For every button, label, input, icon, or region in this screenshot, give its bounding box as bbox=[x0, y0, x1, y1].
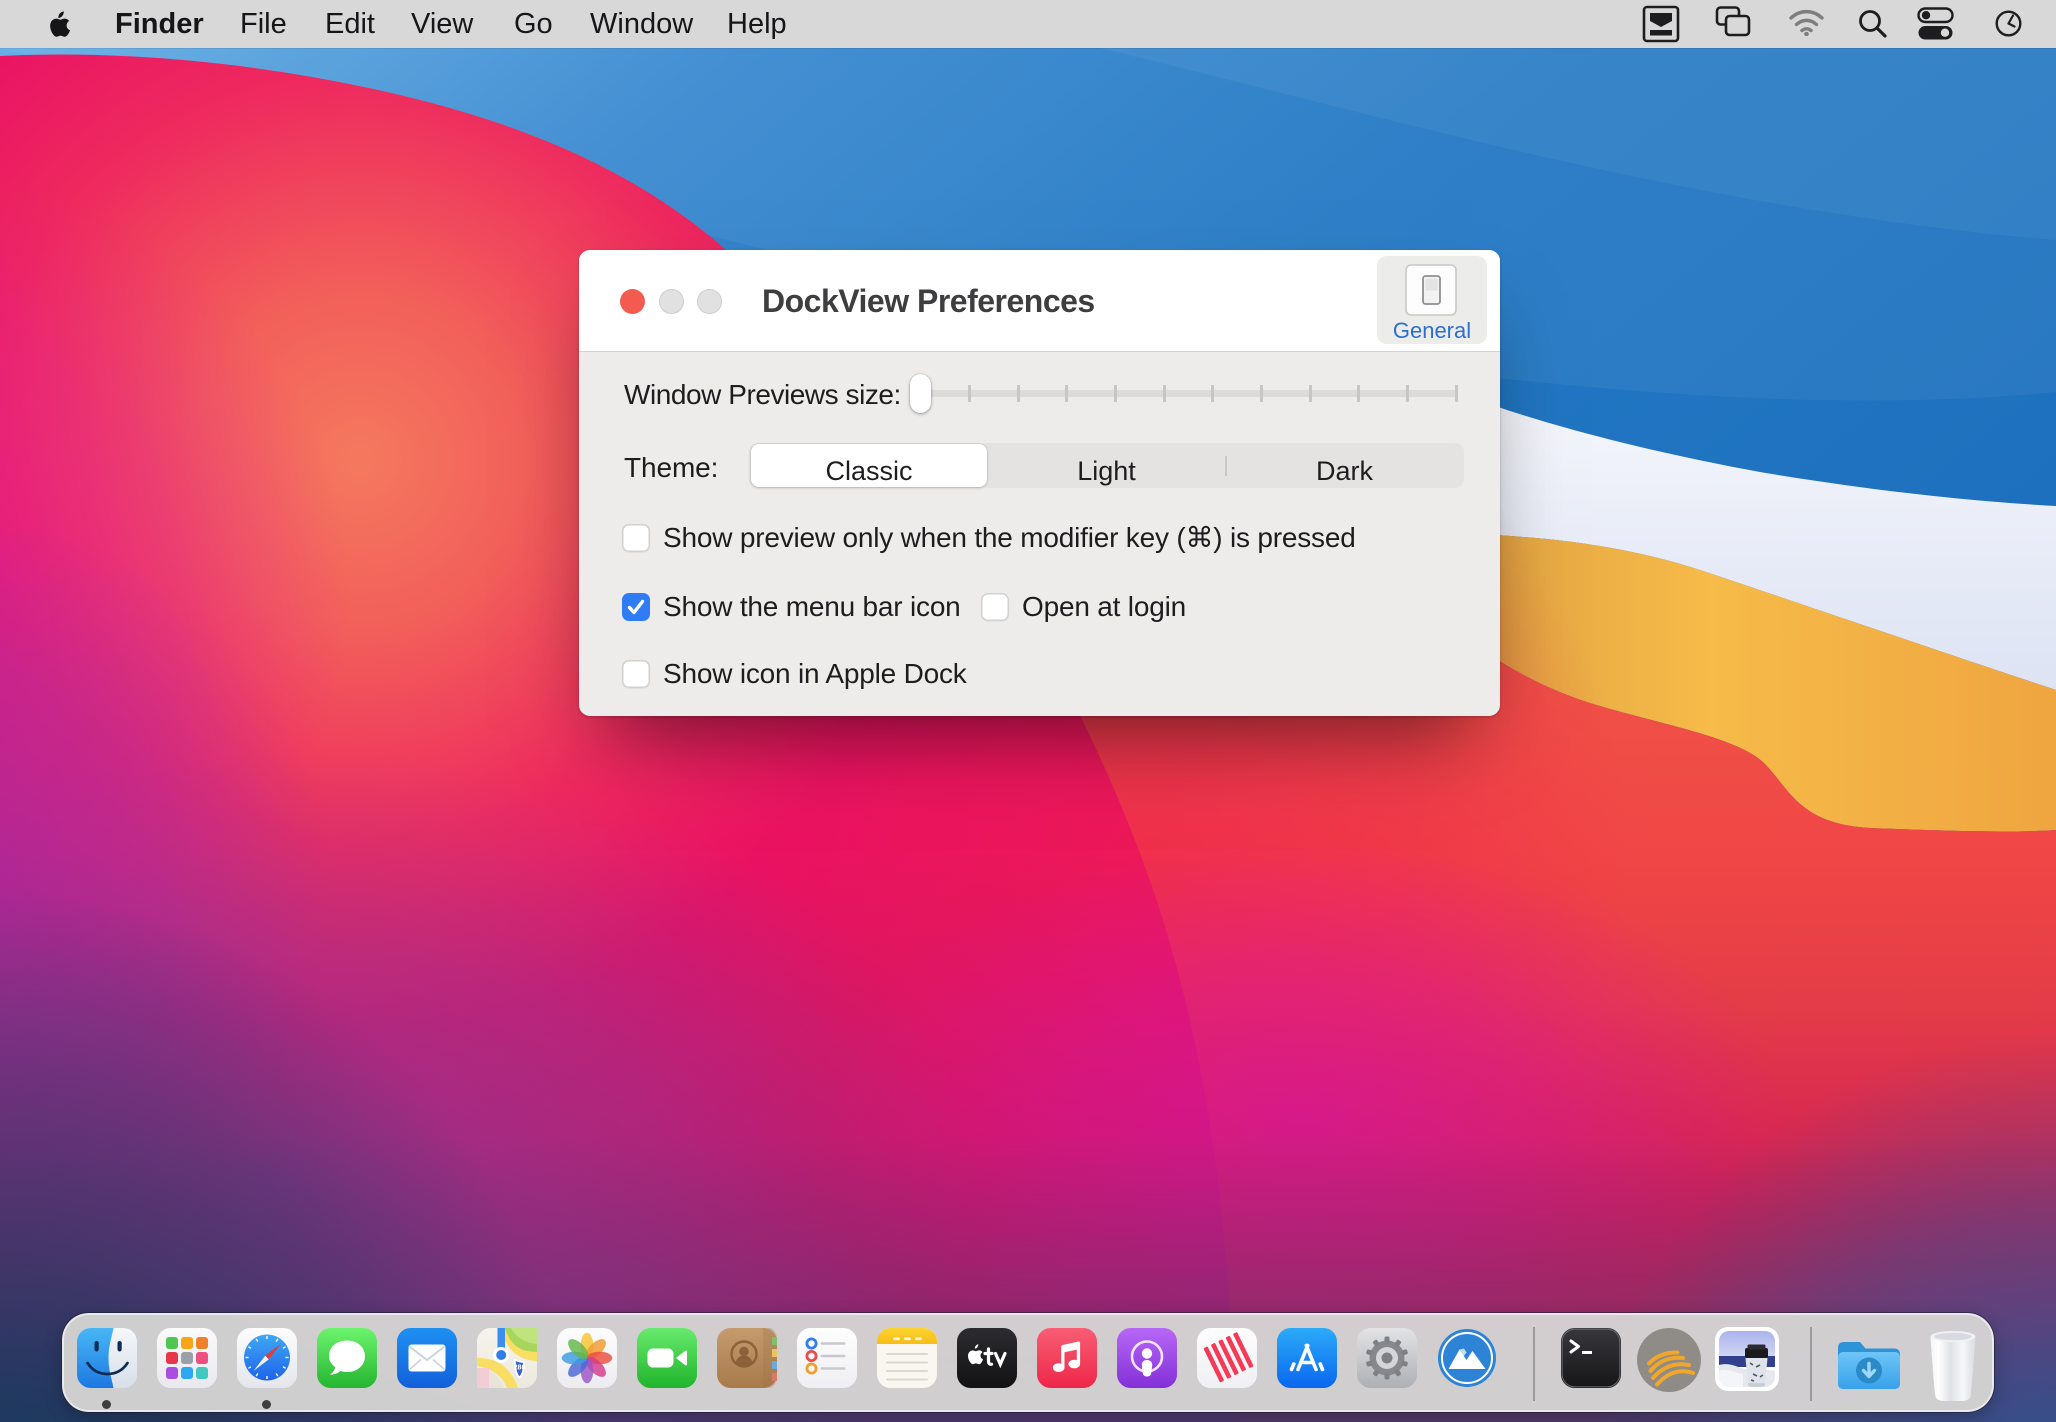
svg-text:280: 280 bbox=[514, 1365, 526, 1372]
